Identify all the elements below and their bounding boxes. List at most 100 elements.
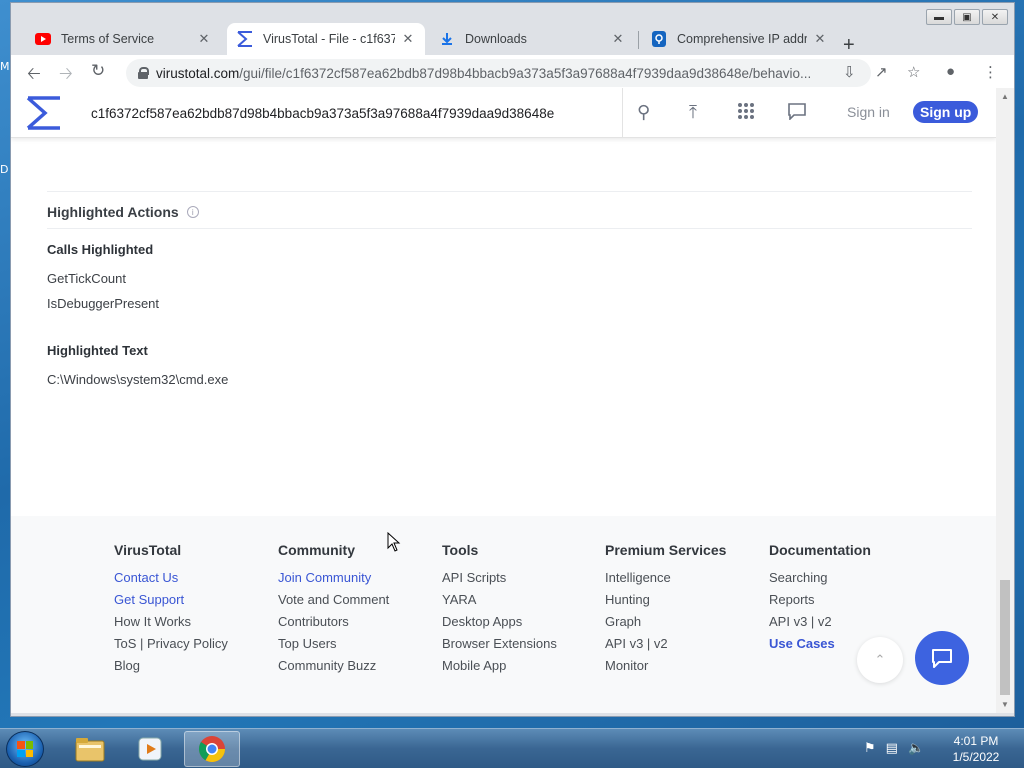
footer-link[interactable]: Contact Us bbox=[114, 570, 228, 592]
footer-link[interactable]: Monitor bbox=[605, 658, 726, 680]
download-icon bbox=[439, 31, 455, 47]
system-tray: ⚑ ▤ 🔈 bbox=[864, 740, 924, 756]
mouse-cursor-icon bbox=[387, 532, 401, 552]
page-scrollbar[interactable]: ▲ ▼ bbox=[996, 88, 1014, 713]
desktop-icon-label[interactable]: D bbox=[0, 163, 8, 176]
footer-link[interactable]: API v3 | v2 bbox=[605, 636, 726, 658]
footer: VirusTotal Contact Us Get Support How It… bbox=[11, 516, 996, 713]
highlighted-text-heading: Highlighted Text bbox=[47, 343, 148, 358]
clock-time: 4:01 PM bbox=[953, 734, 999, 748]
share-icon[interactable]: ↗ bbox=[875, 63, 888, 81]
footer-heading: Documentation bbox=[769, 542, 871, 558]
location-icon bbox=[651, 31, 667, 47]
footer-link[interactable]: Hunting bbox=[605, 592, 726, 614]
tab-ip-address[interactable]: Comprehensive IP address ✕ bbox=[641, 23, 837, 55]
menu-icon[interactable]: ⋮ bbox=[983, 63, 998, 81]
close-tab-icon[interactable]: ✕ bbox=[197, 31, 211, 47]
sign-up-button[interactable]: Sign up bbox=[913, 101, 979, 123]
footer-heading: Premium Services bbox=[605, 542, 727, 558]
list-item: C:\Windows\system32\cmd.exe bbox=[47, 372, 229, 387]
chrome-icon[interactable] bbox=[184, 731, 240, 767]
footer-link[interactable]: Contributors bbox=[278, 614, 389, 636]
footer-column-community: Community Join Community Vote and Commen… bbox=[278, 542, 389, 680]
highlighted-actions-title: Highlighted Actions i bbox=[47, 204, 199, 220]
list-item: IsDebuggerPresent bbox=[47, 296, 160, 311]
browser-toolbar: 🡠 🡢 ↻ virustotal.com/gui/file/c1f6372cf5… bbox=[11, 55, 1014, 91]
tab-virustotal[interactable]: VirusTotal - File - c1f6372c ✕ bbox=[227, 23, 425, 55]
footer-link[interactable]: Blog bbox=[114, 658, 228, 680]
start-button[interactable] bbox=[6, 731, 44, 767]
footer-column-tools: Tools API Scripts YARA Desktop Apps Brow… bbox=[442, 542, 557, 680]
tab-terms-of-service[interactable]: Terms of Service ✕ bbox=[25, 23, 221, 55]
file-explorer-icon[interactable] bbox=[62, 731, 118, 767]
footer-link[interactable]: Searching bbox=[769, 570, 871, 592]
footer-link[interactable]: Use Cases bbox=[769, 636, 871, 658]
chat-button[interactable] bbox=[915, 631, 969, 685]
tab-divider bbox=[638, 31, 639, 49]
calls-highlighted-heading: Calls Highlighted bbox=[47, 242, 154, 257]
action-center-flag-icon[interactable]: ⚑ bbox=[864, 740, 876, 756]
web-page: c1f6372cf587ea62bdb87d98b4bbacb9a373a5f3… bbox=[11, 88, 996, 713]
virustotal-icon bbox=[237, 31, 253, 47]
footer-link[interactable]: Top Users bbox=[278, 636, 389, 658]
url-path: /gui/file/c1f6372cf587ea62bdb87d98b4bbac… bbox=[239, 65, 812, 81]
lock-icon[interactable] bbox=[138, 67, 149, 79]
list-item: GetTickCount bbox=[47, 271, 126, 286]
footer-link[interactable]: Reports bbox=[769, 592, 871, 614]
taskbar: ⚑ ▤ 🔈 4:01 PM 1/5/2022 bbox=[0, 728, 1024, 768]
chat-bubble-icon bbox=[932, 649, 952, 668]
footer-link[interactable]: Vote and Comment bbox=[278, 592, 389, 614]
media-player-icon[interactable] bbox=[122, 731, 178, 767]
back-icon[interactable]: 🡠 bbox=[27, 61, 41, 90]
new-tab-icon[interactable]: + bbox=[843, 34, 855, 57]
url-host: virustotal.com bbox=[156, 65, 240, 81]
windows-logo-icon bbox=[17, 741, 33, 757]
close-tab-icon[interactable]: ✕ bbox=[401, 31, 415, 47]
info-icon[interactable]: i bbox=[186, 206, 199, 218]
virustotal-logo[interactable] bbox=[25, 96, 63, 130]
chat-icon[interactable] bbox=[787, 102, 807, 125]
footer-column-documentation: Documentation Searching Reports API v3 |… bbox=[769, 542, 871, 658]
desktop-icon-label[interactable]: M bbox=[0, 60, 10, 73]
address-bar[interactable]: virustotal.com/gui/file/c1f6372cf587ea62… bbox=[126, 59, 871, 87]
footer-link[interactable]: Mobile App bbox=[442, 658, 557, 680]
bookmark-star-icon[interactable]: ☆ bbox=[907, 63, 920, 81]
footer-link[interactable]: YARA bbox=[442, 592, 557, 614]
scroll-to-top-button[interactable]: ⌃ bbox=[857, 637, 903, 683]
search-icon[interactable]: ⚲ bbox=[637, 102, 650, 123]
footer-column-premium: Premium Services Intelligence Hunting Gr… bbox=[605, 542, 726, 680]
footer-link[interactable]: Desktop Apps bbox=[442, 614, 557, 636]
clock-date: 1/5/2022 bbox=[952, 750, 1000, 764]
footer-link[interactable]: API Scripts bbox=[442, 570, 557, 592]
footer-link[interactable]: Community Buzz bbox=[278, 658, 389, 680]
footer-link[interactable]: Graph bbox=[605, 614, 726, 636]
tab-downloads[interactable]: Downloads ✕ bbox=[429, 23, 635, 55]
system-clock[interactable]: 4:01 PM 1/5/2022 bbox=[946, 733, 1006, 765]
apps-grid-icon[interactable] bbox=[737, 102, 755, 125]
footer-link[interactable]: Browser Extensions bbox=[442, 636, 557, 658]
tab-title: VirusTotal - File - c1f6372c bbox=[263, 32, 395, 46]
upload-icon[interactable]: ⤒ bbox=[689, 102, 697, 123]
volume-icon[interactable]: 🔈 bbox=[908, 740, 924, 756]
network-icon[interactable]: ▤ bbox=[886, 740, 898, 756]
footer-link[interactable]: Get Support bbox=[114, 592, 228, 614]
scrollbar-thumb[interactable] bbox=[1000, 580, 1010, 695]
footer-link[interactable]: API v3 | v2 bbox=[769, 614, 871, 636]
tab-title: Terms of Service bbox=[61, 32, 155, 46]
close-tab-icon[interactable]: ✕ bbox=[813, 31, 827, 47]
scroll-down-arrow-icon[interactable]: ▼ bbox=[1001, 700, 1009, 709]
footer-link[interactable]: ToS | Privacy Policy bbox=[114, 636, 228, 658]
search-input[interactable]: c1f6372cf587ea62bdb87d98b4bbacb9a373a5f3… bbox=[75, 88, 623, 138]
forward-icon[interactable]: 🡢 bbox=[59, 61, 73, 90]
scroll-up-arrow-icon[interactable]: ▲ bbox=[1001, 92, 1009, 101]
reload-icon[interactable]: ↻ bbox=[91, 61, 105, 81]
footer-link[interactable]: Intelligence bbox=[605, 570, 726, 592]
sign-in-link[interactable]: Sign in bbox=[847, 104, 890, 120]
install-app-icon[interactable]: ⇩ bbox=[843, 63, 856, 81]
footer-link[interactable]: Join Community bbox=[278, 570, 389, 592]
profile-icon[interactable]: ● bbox=[946, 63, 955, 80]
footer-link[interactable]: How It Works bbox=[114, 614, 228, 636]
close-tab-icon[interactable]: ✕ bbox=[611, 31, 625, 47]
chevron-up-icon: ⌃ bbox=[874, 652, 886, 667]
section-title: Highlighted Actions bbox=[47, 204, 179, 220]
